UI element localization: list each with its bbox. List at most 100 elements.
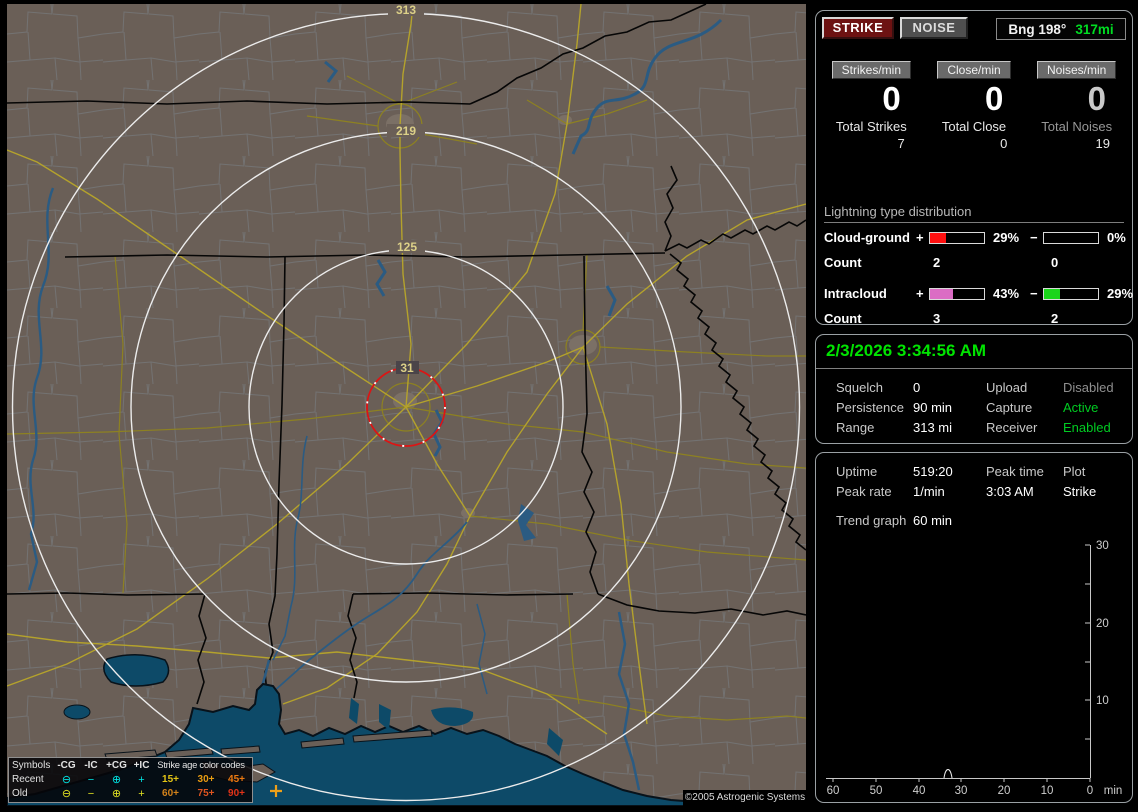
squelch-value: 0: [913, 379, 921, 395]
strikes-per-min-value: 0: [882, 80, 901, 117]
noise-toggle-button[interactable]: NOISE: [900, 17, 968, 39]
svg-text:30: 30: [955, 785, 968, 797]
ring-label-31: 31: [400, 361, 414, 375]
noises-per-min-button[interactable]: Noises/min: [1037, 61, 1117, 79]
map-viewport[interactable]: 313 219 125 31 ©2005 Astrogenic Systems: [7, 4, 806, 806]
noises-counter: Noises/min 0 Total Noises 19: [1025, 61, 1128, 151]
trend-graph-label: Trend graph: [836, 512, 907, 528]
cg-negative-percent: 0%: [1107, 230, 1126, 245]
total-close-value: 0: [1000, 136, 1008, 151]
old-pos-cg-icon: ⊕: [111, 788, 122, 800]
age-60: 60+: [162, 788, 179, 799]
uptime-label: Uptime: [836, 463, 878, 479]
trend-y-labels: 30 20 10: [1096, 540, 1109, 707]
cloud-ground-count-row: Count 2 0: [824, 250, 1124, 275]
total-close-label: Total Close: [941, 119, 1007, 134]
legend-age-header: Strike age color codes: [157, 760, 245, 771]
total-strikes-value: 7: [897, 136, 905, 151]
strikes-per-min-button[interactable]: Strikes/min: [831, 61, 911, 79]
ic-negative-percent: 29%: [1107, 286, 1134, 301]
intracloud-count-row: Count 3 2: [824, 306, 1124, 331]
receiver-status: Enabled: [1063, 419, 1111, 435]
cg-positive-percent: 29%: [993, 230, 1020, 245]
trend-window-value: 60 min: [913, 512, 953, 528]
age-15: 15+: [162, 774, 179, 785]
noises-per-min-value: 0: [1087, 80, 1107, 117]
cg-positive-bar: [929, 231, 985, 244]
peak-time-value: 3:03 AM: [986, 483, 1034, 499]
age-30: 30+: [197, 774, 215, 785]
legend-old-label: Old: [12, 788, 28, 799]
old-pos-ic-icon: +: [138, 788, 145, 800]
peak-time-label: Peak time: [986, 463, 1044, 479]
ring-label-125: 125: [397, 240, 417, 254]
total-strikes-label: Total Strikes: [835, 119, 907, 134]
ring-label-313: 313: [396, 4, 416, 17]
uptime-value: 519:20: [913, 463, 953, 479]
age-75: 75+: [197, 788, 215, 799]
legend-symbols-header: Symbols: [12, 760, 51, 771]
svg-text:50: 50: [870, 785, 883, 797]
svg-text:10: 10: [1096, 695, 1109, 707]
range-value: 313 mi: [913, 419, 953, 435]
ic-negative-bar: [1043, 287, 1099, 300]
capture-label: Capture: [986, 399, 1033, 415]
svg-text:40: 40: [913, 785, 926, 797]
cloud-ground-label: Cloud-ground: [824, 230, 910, 245]
legend-col-pos-cg: +CG: [106, 760, 127, 771]
cg-negative-bar: [1043, 231, 1099, 244]
total-noises-label: Total Noises: [1041, 119, 1113, 134]
svg-text:0: 0: [1087, 785, 1093, 797]
bearing-value: Bng 198°: [1008, 21, 1067, 37]
uptime-rows: Uptime 519:20 Peak time Plot Peak rate 1…: [816, 461, 1132, 530]
minus-sign: −: [1030, 230, 1038, 245]
strike-toggle-button[interactable]: STRIKE: [822, 17, 894, 39]
svg-text:20: 20: [1096, 618, 1109, 630]
trend-panel: Uptime 519:20 Peak time Plot Peak rate 1…: [815, 452, 1133, 803]
cg-positive-count: 2: [933, 255, 941, 270]
plus-sign: +: [916, 230, 924, 245]
legend-col-neg-cg: -CG: [57, 760, 76, 771]
old-neg-cg-icon: ⊖: [61, 788, 72, 800]
peak-rate-label: Peak rate: [836, 483, 892, 499]
minus-sign: −: [1030, 286, 1038, 301]
ic-positive-count: 3: [933, 311, 941, 326]
svg-text:60: 60: [827, 785, 840, 797]
intracloud-label: Intracloud: [824, 286, 887, 301]
old-neg-ic-icon: −: [87, 788, 95, 800]
recent-neg-cg-icon: ⊖: [61, 774, 72, 786]
close-per-min-button[interactable]: Close/min: [937, 61, 1011, 79]
bearing-range-value: 317mi: [1075, 21, 1114, 37]
plus-sign: +: [916, 286, 924, 301]
age-45: 45+: [228, 774, 245, 785]
legend-recent-label: Recent: [12, 774, 44, 785]
capture-status: Active: [1063, 399, 1099, 415]
squelch-label: Squelch: [836, 379, 883, 395]
upload-status: Disabled: [1063, 379, 1114, 395]
intracloud-row: Intracloud + 43% − 29%: [824, 281, 1133, 306]
strike-stats-panel: STRIKE NOISE Bng 198° 317mi Strikes/min …: [815, 10, 1133, 326]
upload-label: Upload: [986, 379, 1028, 395]
map-legend: Symbols -CG -IC +CG +IC Strike age color…: [8, 757, 253, 803]
ring-label-219: 219: [396, 124, 416, 138]
ic-positive-bar: [929, 287, 985, 300]
distribution-title: Lightning type distribution: [824, 204, 1124, 223]
age-90: 90+: [228, 788, 245, 799]
close-per-min-value: 0: [984, 80, 1004, 117]
svg-text:20: 20: [998, 785, 1011, 797]
recent-pos-cg-icon: ⊕: [111, 774, 122, 786]
plot-label: Plot: [1063, 463, 1086, 479]
close-counter: Close/min 0 Total Close 0: [923, 61, 1026, 151]
receiver-label: Receiver: [986, 419, 1038, 435]
svg-text:10: 10: [1041, 785, 1054, 797]
count-label: Count: [824, 255, 862, 270]
lightning-type-distribution: Lightning type distribution Cloud-ground…: [824, 204, 1133, 331]
trend-blip: [943, 768, 953, 779]
svg-text:30: 30: [1096, 540, 1109, 552]
ic-negative-count: 2: [1051, 311, 1059, 326]
divider: [816, 368, 1132, 369]
persistence-label: Persistence: [836, 399, 904, 415]
system-status-panel: 2/3/2026 3:34:56 AM Squelch 0 Upload Dis…: [815, 334, 1133, 444]
plot-value: Strike: [1063, 483, 1097, 499]
strikes-counter: Strikes/min 0 Total Strikes 7: [820, 61, 923, 151]
